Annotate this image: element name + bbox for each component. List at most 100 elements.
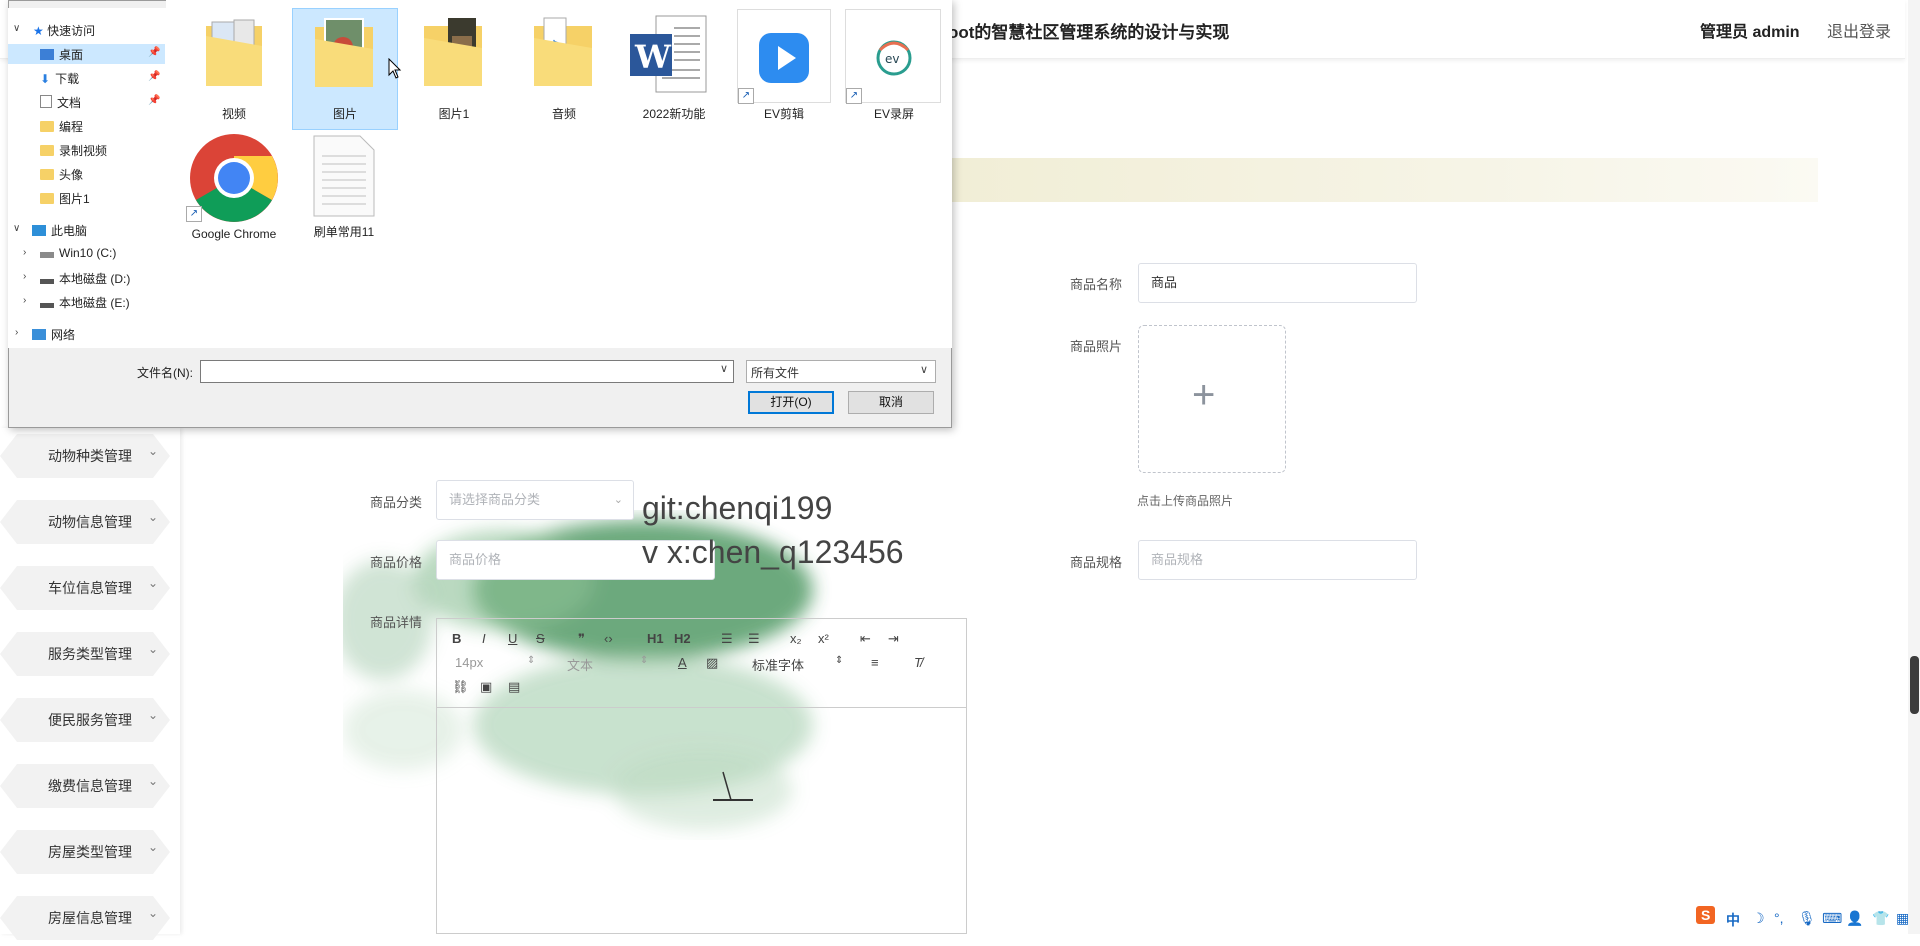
file-item-photo1[interactable]: 图片1 (402, 8, 506, 128)
nav-quick-access[interactable]: ★ 快速访问 (33, 22, 95, 39)
chevron-right-icon[interactable]: › (23, 247, 26, 258)
outdent-icon[interactable]: ⇤ (860, 631, 871, 647)
detail-label: 商品详情 (370, 615, 423, 630)
sidebar-item-convenience[interactable]: 便民服务管理 ⌄ (0, 692, 180, 748)
logout-link[interactable]: 退出登录 (1827, 18, 1891, 42)
ordered-list-icon[interactable]: ☰ (721, 631, 733, 647)
rich-text-editor[interactable] (436, 618, 967, 934)
filetype-select[interactable]: 所有文件 (746, 360, 936, 383)
nav-item-downloads[interactable]: ⬇ 下载 (40, 70, 79, 87)
user-icon[interactable]: 👤 (1846, 910, 1863, 927)
nav-item-folder[interactable]: 编程 (40, 118, 83, 135)
sidebar-item-animal-type[interactable]: 动物种类管理 ⌄ (0, 428, 180, 484)
blockquote-icon[interactable]: ❞ (578, 631, 585, 647)
nav-drive-e[interactable]: 本地磁盘 (E:) (40, 294, 130, 311)
chevron-down-icon: ⌄ (148, 774, 159, 788)
nav-drive-d[interactable]: 本地磁盘 (D:) (40, 270, 130, 287)
file-label: 图片1 (438, 107, 470, 121)
underline-icon[interactable]: U (508, 631, 517, 646)
chevron-down-icon[interactable]: ∨ (720, 362, 728, 375)
chevron-down-icon[interactable]: ∨ (13, 23, 20, 34)
scrollbar-thumb[interactable] (1910, 656, 1919, 714)
indent-icon[interactable]: ⇥ (888, 631, 899, 647)
page-scrollbar[interactable] (1908, 0, 1920, 934)
image-icon[interactable]: ▣ (480, 679, 492, 695)
file-item-text[interactable]: 刷单常用11 (292, 130, 396, 250)
sidebar-item-label: 服务类型管理 (48, 646, 132, 662)
chevron-updown-icon: ⇕ (640, 655, 649, 666)
nav-item-folder[interactable]: 图片1 (40, 190, 90, 207)
admin-label: 管理员 admin (1700, 24, 1800, 41)
link-icon[interactable]: ⛓ (452, 679, 469, 695)
sidebar-item-house-info[interactable]: 房屋信息管理 ⌄ (0, 890, 180, 946)
sidebar-item-label: 动物种类管理 (48, 448, 132, 464)
nav-item-folder[interactable]: 头像 (40, 166, 83, 183)
chevron-down-icon: ⌄ (148, 510, 159, 524)
background-color-icon[interactable]: ▨ (706, 655, 718, 671)
chevron-down-icon: ⌄ (148, 708, 159, 722)
nav-item-label: 图片1 (59, 192, 90, 206)
file-item-pictures[interactable]: 图片 (292, 8, 398, 130)
file-item-word-doc[interactable]: W 2022新功能 (622, 8, 726, 128)
nav-item-label: 下载 (55, 72, 80, 86)
plus-icon: + (1192, 373, 1216, 417)
heading2-icon[interactable]: H2 (674, 631, 691, 646)
chevron-right-icon[interactable]: › (15, 327, 18, 338)
microphone-icon[interactable]: 🎙 (1798, 910, 1816, 927)
bold-icon[interactable]: B (452, 631, 461, 646)
file-item-audio[interactable]: ♪ 音频 (512, 8, 616, 128)
skin-icon[interactable]: 👕 (1872, 910, 1889, 927)
shortcut-arrow-icon: ↗ (186, 206, 202, 222)
name-input[interactable]: 商品 (1138, 263, 1417, 303)
nav-item-documents[interactable]: 文档 (40, 94, 81, 111)
nav-network[interactable]: 网络 (32, 326, 75, 343)
text-style-select[interactable]: 文本 (567, 655, 593, 674)
chevron-down-icon[interactable]: ∨ (13, 223, 20, 234)
sidebar-item-service-type[interactable]: 服务类型管理 ⌄ (0, 626, 180, 682)
sidebar-item-house-type[interactable]: 房屋类型管理 ⌄ (0, 824, 180, 880)
file-label: EV剪辑 (763, 107, 804, 121)
nav-drive-label: 本地磁盘 (E:) (59, 296, 130, 310)
keyboard-icon[interactable]: ⌨ (1822, 910, 1842, 927)
file-item-chrome[interactable]: ↗ Google Chrome (182, 130, 286, 262)
sidebar-item-payment[interactable]: 缴费信息管理 ⌄ (0, 758, 180, 814)
sidebar-item-parking[interactable]: 车位信息管理 ⌄ (0, 560, 180, 616)
nav-item-folder[interactable]: 录制视频 (40, 142, 107, 159)
bullet-list-icon[interactable]: ☰ (748, 631, 760, 647)
subscript-icon[interactable]: x₂ (790, 631, 802, 646)
sidebar-item-animal-info[interactable]: 动物信息管理 ⌄ (0, 494, 180, 550)
network-icon (32, 329, 46, 340)
nav-item-desktop[interactable]: 桌面 (40, 46, 83, 63)
chevron-right-icon[interactable]: › (23, 271, 26, 282)
file-label: 刷单常用11 (313, 225, 375, 239)
code-icon[interactable]: ‹› (604, 631, 613, 646)
chinese-mode-icon[interactable]: 中 (1726, 910, 1740, 930)
font-color-icon[interactable]: A (678, 655, 687, 670)
chevron-right-icon[interactable]: › (23, 295, 26, 306)
half-width-icon[interactable]: ☽ (1752, 910, 1765, 927)
punctuation-icon[interactable]: °, (1774, 910, 1784, 926)
filename-input[interactable] (200, 360, 734, 383)
file-item-ev-editor[interactable]: ↗ EV剪辑 (732, 8, 836, 128)
spec-input[interactable]: 商品规格 (1138, 540, 1417, 580)
clear-format-icon[interactable]: T̸ (914, 655, 922, 670)
download-icon: ⬇ (40, 72, 51, 86)
file-item-ev-recorder[interactable]: ev ↗ EV录屏 (842, 8, 946, 128)
italic-icon[interactable]: I (482, 631, 486, 646)
font-family-select[interactable]: 标准字体 (752, 655, 804, 674)
video-icon[interactable]: ▤ (508, 679, 520, 695)
open-button[interactable]: 打开(O) (748, 391, 834, 414)
grid-menu-icon[interactable]: ▦ (1896, 910, 1909, 927)
nav-drive-c[interactable]: Win10 (C:) (40, 246, 116, 260)
heading1-icon[interactable]: H1 (647, 631, 664, 646)
category-select[interactable]: 请选择商品分类 ⌄ (436, 480, 634, 520)
superscript-icon[interactable]: x² (818, 631, 829, 646)
file-item-videos[interactable]: 视频 (182, 8, 286, 128)
cancel-button[interactable]: 取消 (848, 391, 934, 414)
nav-this-pc[interactable]: 此电脑 (32, 222, 87, 239)
align-icon[interactable]: ≡ (871, 655, 879, 670)
sogou-ime-icon[interactable]: S (1696, 906, 1716, 924)
font-size-select[interactable]: 14px (455, 655, 483, 670)
strikethrough-icon[interactable]: S (536, 631, 545, 646)
nav-item-label: 头像 (59, 168, 84, 182)
